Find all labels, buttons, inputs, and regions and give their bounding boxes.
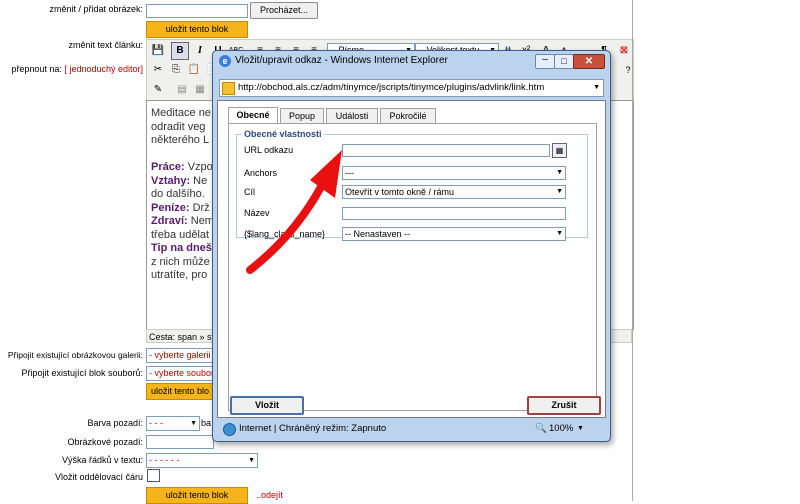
tab-popup[interactable]: Popup	[280, 108, 324, 123]
globe-icon	[223, 423, 236, 436]
label-divider: Vložit oddělovací čáru	[54, 472, 143, 482]
label-change-image: změnit / přidat obrázek:	[49, 4, 143, 14]
label-attach-files: Připojit existující blok souborů:	[21, 368, 143, 378]
paste-icon[interactable]: 📋	[185, 61, 203, 79]
ie-icon: e	[219, 55, 231, 67]
browse-button[interactable]: Procházet...	[250, 2, 318, 19]
label-change-text: změnit text článku:	[68, 40, 143, 50]
cut-icon[interactable]: ✂	[149, 61, 167, 79]
label-lineheight: Výška řádků v textu:	[61, 455, 143, 465]
zoom-level[interactable]: 100%	[549, 421, 573, 437]
divider-checkbox[interactable]	[147, 469, 160, 482]
label-switch-to: přepnout na: [ jednoduchý editor]	[0, 64, 143, 74]
remove-format-icon[interactable]: ⊠	[615, 42, 633, 60]
anchors-select[interactable]: --- ▼	[342, 166, 566, 180]
save-icon[interactable]: 💾	[149, 42, 167, 60]
browse-icon[interactable]: ▦	[552, 143, 567, 158]
label-attach-gallery: Připojit existující obrázkovou galerii:	[7, 350, 143, 360]
red-arrow-annotation	[246, 150, 342, 274]
address-text: http://obchod.als.cz/adm/tinymce/jscript…	[238, 82, 545, 93]
fieldset-legend: Obecné vlastnosti	[242, 129, 324, 139]
name-input[interactable]	[342, 207, 566, 220]
label-bgcolor: Barva pozadí:	[87, 418, 143, 428]
save-block-button-3[interactable]: uložit tento blok	[146, 487, 248, 504]
tab-advanced[interactable]: Pokročilé	[380, 108, 436, 123]
bgimage-input[interactable]	[146, 435, 214, 449]
bgcolor-select[interactable]: - - - ▼	[146, 416, 200, 431]
dialog-titlebar[interactable]: e Vložit/upravit odkaz - Windows Interne…	[213, 51, 610, 71]
status-bar: Internet | Chráněný režim: Zapnuto 🔍 100…	[217, 421, 606, 437]
tab-general[interactable]: Obecné	[228, 107, 278, 124]
bgcolor-suffix: ba	[201, 418, 212, 428]
insert-button[interactable]: Vložit	[230, 396, 304, 415]
switch-label: přepnout na:	[11, 64, 62, 74]
tab-events[interactable]: Události	[326, 108, 378, 123]
files-select[interactable]: - vyberte soubor	[146, 366, 216, 381]
bold-icon[interactable]: B	[171, 42, 189, 60]
gallery-select[interactable]: - vyberte galerii -	[146, 348, 216, 363]
dialog-title: Vložit/upravit odkaz - Windows Internet …	[235, 55, 448, 66]
target-select[interactable]: Otevřít v tomto okně / rámu ▼	[342, 185, 566, 199]
italic-icon[interactable]: I	[191, 42, 209, 60]
address-dropdown-icon[interactable]: ▼	[593, 80, 600, 96]
label-bgimage: Obrázkové pozadí:	[67, 437, 143, 447]
page-icon	[222, 82, 235, 95]
lineheight-select[interactable]: - - - - - - ▼	[146, 453, 258, 468]
table-props-icon[interactable]: ▦	[191, 81, 209, 99]
copy-icon[interactable]: ⎘	[167, 61, 185, 79]
url-input[interactable]	[342, 144, 550, 157]
edit-icon[interactable]: ✎	[149, 81, 167, 99]
table-icon[interactable]: ▤	[173, 81, 191, 99]
zoom-icon[interactable]: 🔍	[535, 421, 547, 437]
arrow-shaft	[246, 181, 326, 274]
maximize-icon[interactable]: □	[554, 54, 574, 69]
save-block-button-2[interactable]: uložit tento blo	[146, 383, 214, 400]
zoom-dropdown-icon[interactable]: ▼	[577, 421, 584, 437]
status-text: Internet | Chráněný režim: Zapnuto	[239, 423, 387, 434]
cancel-button[interactable]: Zrušit	[527, 396, 601, 415]
help-icon[interactable]: ?	[619, 61, 637, 79]
page-border	[632, 0, 633, 501]
close-icon[interactable]: ✕	[573, 54, 605, 69]
simple-editor-link[interactable]: [ jednoduchý editor]	[64, 64, 143, 74]
class-select[interactable]: -- Nenastaven -- ▼	[342, 227, 566, 241]
remove-link[interactable]: ..odejít	[256, 490, 283, 500]
address-bar[interactable]: http://obchod.als.cz/adm/tinymce/jscript…	[219, 79, 604, 97]
image-file-input[interactable]	[146, 4, 248, 18]
minimize-icon[interactable]: –	[535, 54, 555, 69]
save-block-button[interactable]: uložit tento blok	[146, 21, 248, 38]
